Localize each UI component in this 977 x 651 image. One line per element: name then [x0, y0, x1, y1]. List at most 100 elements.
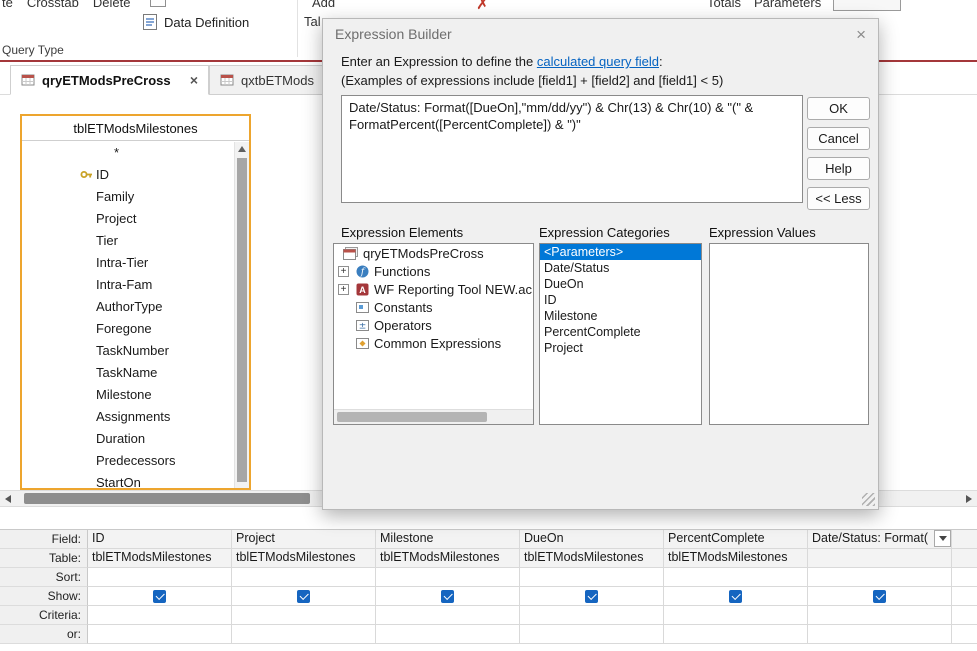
tree-item-operators[interactable]: ± Operators: [334, 316, 533, 334]
expand-plus-icon[interactable]: [338, 266, 349, 277]
category-item-id[interactable]: ID: [540, 292, 701, 308]
category-item-parameters[interactable]: <Parameters>: [540, 244, 701, 260]
pass-through-icon[interactable]: [150, 0, 166, 7]
field-item-tier[interactable]: Tier: [22, 230, 234, 252]
sort-cell[interactable]: [88, 568, 232, 587]
or-cell[interactable]: [808, 625, 952, 644]
parameters-button[interactable]: Parameters: [754, 0, 821, 10]
or-cell[interactable]: [952, 625, 977, 644]
criteria-cell[interactable]: [808, 606, 952, 625]
or-cell[interactable]: [520, 625, 664, 644]
category-item-percentcomplete[interactable]: PercentComplete: [540, 324, 701, 340]
table-cell[interactable]: tblETModsMilestones: [232, 549, 376, 568]
scroll-up-icon[interactable]: [238, 146, 246, 152]
table-cell[interactable]: tblETModsMilestones: [376, 549, 520, 568]
calculated-query-field-link[interactable]: calculated query field: [537, 54, 659, 69]
field-item-family[interactable]: Family: [22, 186, 234, 208]
scrollbar-thumb[interactable]: [237, 158, 247, 482]
category-item-project[interactable]: Project: [540, 340, 701, 356]
expand-plus-icon[interactable]: [338, 284, 349, 295]
sort-cell[interactable]: [376, 568, 520, 587]
sort-cell[interactable]: [952, 568, 977, 587]
field-cell[interactable]: Project: [232, 530, 376, 549]
scroll-right-icon[interactable]: [966, 495, 972, 503]
field-cell[interactable]: [952, 530, 977, 549]
field-item-milestone[interactable]: Milestone: [22, 384, 234, 406]
field-cell-expression[interactable]: Date/Status: Format(: [808, 530, 952, 549]
field-item-asterisk[interactable]: *: [22, 142, 234, 164]
tree-item-functions[interactable]: f Functions: [334, 262, 533, 280]
data-definition-button[interactable]: Data Definition: [142, 13, 249, 31]
criteria-cell[interactable]: [232, 606, 376, 625]
dialog-titlebar[interactable]: Expression Builder ×: [323, 19, 878, 49]
delete-rows-icon[interactable]: ✗: [476, 0, 489, 14]
less-button[interactable]: << Less: [807, 187, 870, 210]
property-sheet-icon[interactable]: [833, 0, 901, 11]
table-cell[interactable]: [808, 549, 952, 568]
crosstab-button[interactable]: Crosstab: [27, 0, 79, 10]
sort-cell[interactable]: [664, 568, 808, 587]
field-item-authortype[interactable]: AuthorType: [22, 296, 234, 318]
sort-cell[interactable]: [808, 568, 952, 587]
field-dropdown-button[interactable]: [934, 530, 951, 547]
field-list-scrollbar[interactable]: [234, 142, 249, 488]
field-item-foregone[interactable]: Foregone: [22, 318, 234, 340]
tab-close-icon[interactable]: ×: [190, 73, 198, 87]
add-tables-button[interactable]: Add: [312, 0, 335, 10]
field-item-taskname[interactable]: TaskName: [22, 362, 234, 384]
field-item-assignments[interactable]: Assignments: [22, 406, 234, 428]
or-cell[interactable]: [88, 625, 232, 644]
scrollbar-thumb[interactable]: [24, 493, 310, 504]
or-cell[interactable]: [376, 625, 520, 644]
sort-cell[interactable]: [520, 568, 664, 587]
table-cell[interactable]: tblETModsMilestones: [664, 549, 808, 568]
category-item-dueon[interactable]: DueOn: [540, 276, 701, 292]
close-icon[interactable]: ×: [856, 26, 866, 43]
table-cell[interactable]: tblETModsMilestones: [520, 549, 664, 568]
table-cell[interactable]: [952, 549, 977, 568]
field-item-project[interactable]: Project: [22, 208, 234, 230]
field-item-predecessors[interactable]: Predecessors: [22, 450, 234, 472]
show-checkbox[interactable]: [729, 589, 742, 603]
show-checkbox[interactable]: [153, 589, 166, 603]
scrollbar-thumb[interactable]: [337, 412, 487, 422]
or-cell[interactable]: [664, 625, 808, 644]
tab-qryetmodsprecross[interactable]: qryETModsPreCross ×: [10, 65, 209, 95]
show-checkbox[interactable]: [441, 589, 454, 603]
field-item-starton[interactable]: StartOn: [22, 472, 234, 488]
expression-input[interactable]: Date/Status: Format([DueOn],"mm/dd/yy") …: [341, 95, 803, 203]
field-item-id[interactable]: ID: [22, 164, 234, 186]
criteria-cell[interactable]: [520, 606, 664, 625]
scroll-left-icon[interactable]: [5, 495, 11, 503]
field-item-intra-fam[interactable]: Intra-Fam: [22, 274, 234, 296]
resize-grip[interactable]: [862, 493, 875, 506]
help-button[interactable]: Help: [807, 157, 870, 180]
make-table-button[interactable]: te: [2, 0, 13, 10]
field-item-duration[interactable]: Duration: [22, 428, 234, 450]
ok-button[interactable]: OK: [807, 97, 870, 120]
tree-item-wf-reporting-tool[interactable]: A WF Reporting Tool NEW.ac: [334, 280, 533, 298]
elements-hscrollbar[interactable]: [334, 409, 533, 424]
field-cell[interactable]: Milestone: [376, 530, 520, 549]
field-item-intra-tier[interactable]: Intra-Tier: [22, 252, 234, 274]
delete-query-button[interactable]: Delete: [93, 0, 131, 10]
sort-cell[interactable]: [232, 568, 376, 587]
field-list-tbletmodsmilestones[interactable]: tblETModsMilestones * ID Family Project …: [20, 114, 251, 490]
cancel-button[interactable]: Cancel: [807, 127, 870, 150]
or-cell[interactable]: [232, 625, 376, 644]
category-item-milestone[interactable]: Milestone: [540, 308, 701, 324]
expression-values-panel[interactable]: [709, 243, 869, 425]
table-cell[interactable]: tblETModsMilestones: [88, 549, 232, 568]
show-checkbox[interactable]: [585, 589, 598, 603]
field-cell[interactable]: PercentComplete: [664, 530, 808, 549]
field-item-tasknumber[interactable]: TaskNumber: [22, 340, 234, 362]
show-cell[interactable]: [952, 587, 977, 606]
tree-item-common-expressions[interactable]: Common Expressions: [334, 334, 533, 352]
show-checkbox[interactable]: [873, 589, 886, 603]
criteria-cell[interactable]: [664, 606, 808, 625]
totals-button[interactable]: Totals: [707, 0, 741, 10]
criteria-cell[interactable]: [952, 606, 977, 625]
tree-item-constants[interactable]: Constants: [334, 298, 533, 316]
field-cell[interactable]: DueOn: [520, 530, 664, 549]
category-item-date-status[interactable]: Date/Status: [540, 260, 701, 276]
